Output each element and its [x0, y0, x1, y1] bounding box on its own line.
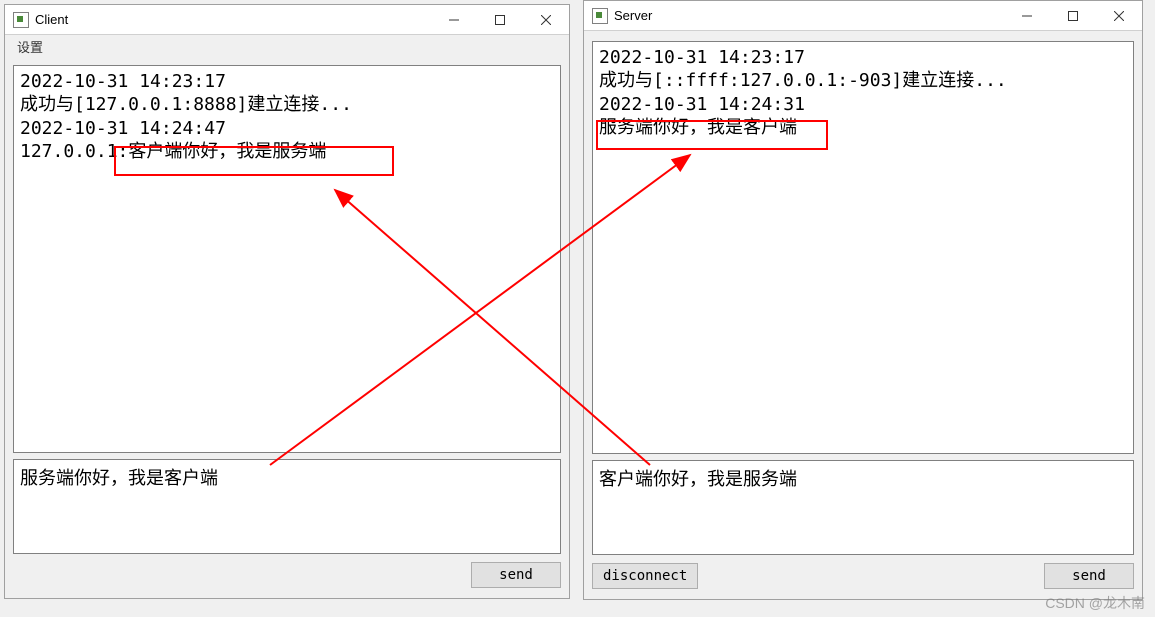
client-title: Client — [35, 12, 431, 27]
minimize-button[interactable] — [431, 5, 477, 34]
window-controls — [1004, 1, 1142, 30]
client-titlebar[interactable]: Client — [5, 5, 569, 35]
close-button[interactable] — [523, 5, 569, 34]
server-content: 2022-10-31 14:23:17 成功与[::ffff:127.0.0.1… — [584, 31, 1142, 599]
app-icon — [592, 8, 608, 24]
minimize-button[interactable] — [1004, 1, 1050, 30]
watermark: CSDN @龙木南 — [1045, 593, 1145, 613]
client-button-row: send — [13, 560, 561, 590]
close-icon — [541, 15, 551, 25]
maximize-icon — [495, 15, 505, 25]
client-menubar: 设置 — [5, 35, 569, 57]
server-log-box[interactable]: 2022-10-31 14:23:17 成功与[::ffff:127.0.0.1… — [592, 41, 1134, 454]
maximize-button[interactable] — [1050, 1, 1096, 30]
client-window: Client 设置 2022-10-31 14:23:17 成功与[127.0.… — [4, 4, 570, 599]
server-disconnect-button[interactable]: disconnect — [592, 563, 698, 589]
client-input[interactable]: 服务端你好，我是客户端 — [13, 459, 561, 554]
server-button-row: disconnect send — [592, 561, 1134, 591]
client-log-box[interactable]: 2022-10-31 14:23:17 成功与[127.0.0.1:8888]建… — [13, 65, 561, 453]
maximize-button[interactable] — [477, 5, 523, 34]
close-icon — [1114, 11, 1124, 21]
window-controls — [431, 5, 569, 34]
maximize-icon — [1068, 11, 1078, 21]
close-button[interactable] — [1096, 1, 1142, 30]
minimize-icon — [1022, 11, 1032, 21]
server-titlebar[interactable]: Server — [584, 1, 1142, 31]
server-send-button[interactable]: send — [1044, 563, 1134, 589]
client-send-button[interactable]: send — [471, 562, 561, 588]
app-icon — [13, 12, 29, 28]
server-title: Server — [614, 8, 1004, 23]
server-window: Server 2022-10-31 14:23:17 成功与[::ffff:12… — [583, 0, 1143, 600]
server-input[interactable]: 客户端你好，我是服务端 — [592, 460, 1134, 555]
settings-menu[interactable]: 设置 — [11, 35, 49, 58]
minimize-icon — [449, 15, 459, 25]
client-content: 2022-10-31 14:23:17 成功与[127.0.0.1:8888]建… — [5, 57, 569, 598]
